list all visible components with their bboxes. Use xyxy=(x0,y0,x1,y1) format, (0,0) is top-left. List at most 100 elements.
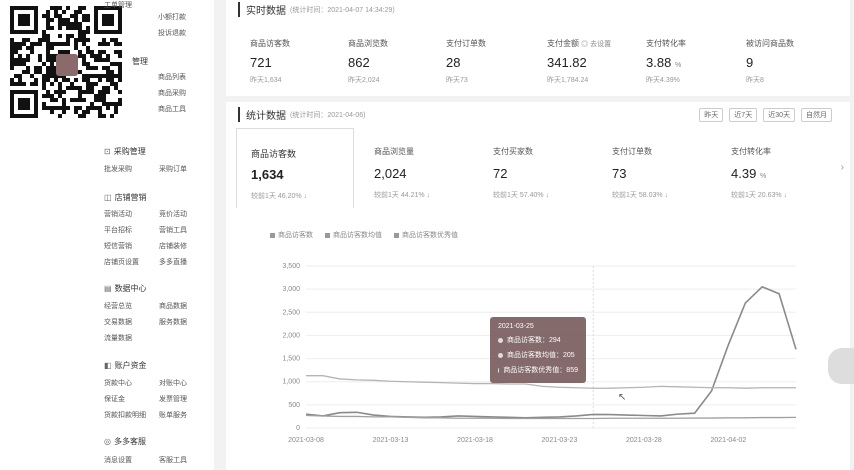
sidebar-item[interactable]: 交易数据 xyxy=(104,317,159,327)
settings-link[interactable]: ◎ 去设置 xyxy=(581,41,611,48)
sidebar-item[interactable]: 平台招标 xyxy=(104,225,159,235)
legend-item[interactable]: 商品访客数 xyxy=(270,230,313,240)
stat-card-buyers[interactable]: 支付买家数 72 较前1天 57.40% ↓ xyxy=(479,128,597,208)
sidebar-item[interactable]: 竞价活动 xyxy=(159,209,214,219)
metric-value: 3.88 % xyxy=(646,55,746,70)
x-tick-label: 2021-04-02 xyxy=(711,437,747,444)
stat-compare: 较前1天 58.03% ↓ xyxy=(612,192,669,199)
realtime-panel: 实时数据 (统计时间：2021-04-07 14:34:29) 商品访客数 72… xyxy=(226,0,850,96)
tooltip-marker xyxy=(498,367,500,373)
sidebar-item[interactable]: 商品工具 xyxy=(158,104,186,114)
sidebar-item[interactable]: 账单服务 xyxy=(159,410,214,420)
sidebar-top-item[interactable]: 投诉退款 xyxy=(158,28,186,38)
range-7d-button[interactable]: 近7天 xyxy=(729,108,758,122)
sidebar-item[interactable]: 对账中心 xyxy=(159,378,214,388)
sidebar-item[interactable]: 经营总览 xyxy=(104,301,159,311)
y-tick-label: 1,000 xyxy=(282,379,300,386)
metric-label: 支付转化率 xyxy=(646,39,686,48)
sidebar-item[interactable]: 商品列表 xyxy=(158,72,186,82)
tooltip-row: 商品访客数优秀值：859 xyxy=(498,365,578,375)
stat-card-visitors[interactable]: 商品访客数 1,634 较前1天 46.20% ↓ xyxy=(236,128,354,208)
range-yesterday-button[interactable]: 昨天 xyxy=(699,108,724,122)
sidebar-item[interactable]: 多多直播 xyxy=(159,257,214,267)
stat-compare: 较前1天 46.20% ↓ xyxy=(251,193,308,200)
metric-orders: 支付订单数 28 昨天73 xyxy=(446,38,546,85)
sidebar-item[interactable]: 营销活动 xyxy=(104,209,159,219)
x-tick-label: 2021-03-18 xyxy=(457,437,493,444)
legend-label: 商品访客数 xyxy=(278,232,313,239)
date-range-selector: 昨天 近7天 近30天 自然月 xyxy=(699,108,832,122)
sidebar-group-items: 营销活动 竞价活动 平台招标 营销工具 短信营销 店铺装修 店铺页设置 多多直播 xyxy=(104,209,214,267)
sidebar-item[interactable]: 保证金 xyxy=(104,394,159,404)
tooltip-row: 商品访客数均值：205 xyxy=(498,350,578,360)
legend-label: 商品访客数优秀值 xyxy=(402,232,458,239)
sidebar-item[interactable]: 店铺页设置 xyxy=(104,257,159,267)
section-title: 实时数据 xyxy=(238,2,286,17)
metric-label: 被访问商品数 xyxy=(746,39,794,48)
x-tick-label: 2021-03-23 xyxy=(542,437,578,444)
sidebar-item[interactable]: 商品采购 xyxy=(158,88,186,98)
range-month-button[interactable]: 自然月 xyxy=(801,108,832,122)
sidebar-item[interactable]: 短信营销 xyxy=(104,241,159,251)
metric-conversion: 支付转化率 3.88 % 昨天4.39% xyxy=(646,38,746,85)
sidebar-item[interactable]: 店铺装修 xyxy=(159,241,214,251)
metric-value-number: 3.88 xyxy=(646,55,672,70)
metric-label: 商品浏览数 xyxy=(348,39,388,48)
chart-tooltip: 2021-03-25 商品访客数：294 商品访客数均值：205 商品访客数优秀… xyxy=(490,317,586,383)
sidebar-item[interactable]: 客服工具 xyxy=(159,455,214,465)
stat-card-orders[interactable]: 支付订单数 73 较前1天 58.03% ↓ xyxy=(598,128,716,208)
megaphone-icon: ◫ xyxy=(104,193,112,202)
tooltip-row: 商品访客数：294 xyxy=(498,335,578,345)
stats-updated: (统计时间：2021-04-06) xyxy=(290,112,366,119)
metric-label: 支付金额 ◎ 去设置 xyxy=(547,38,657,49)
sidebar-group-finance[interactable]: ◧ 账户资金 xyxy=(104,360,147,371)
floating-side-tab[interactable] xyxy=(828,348,854,384)
metric-amount: 支付金额 ◎ 去设置 341.82 昨天1,784.24 xyxy=(547,38,657,85)
legend-swatch xyxy=(325,232,330,238)
y-tick-label: 3,500 xyxy=(282,263,300,270)
metric-visitors: 商品访客数 721 昨天1,634 xyxy=(250,38,350,85)
stat-card-conversion[interactable]: 支付转化率 4.39 % 较前1天 20.63% ↓ xyxy=(717,128,835,208)
seller-dashboard: 工单管理 小额打款 投诉退款 管理 商品列表 商品采购 商品工具 ⊡ 采购管理 … xyxy=(0,0,854,470)
y-tick-label: 2,000 xyxy=(282,332,300,339)
sidebar-group-title: 多多客服 xyxy=(113,437,146,446)
sidebar-item[interactable]: 采购订单 xyxy=(159,164,214,174)
stat-value-number: 4.39 xyxy=(731,166,757,181)
tooltip-text: 商品访客数优秀值：859 xyxy=(503,367,578,374)
sidebar-group-data[interactable]: ▤ 数据中心 xyxy=(104,283,147,294)
stat-compare: 较前1天 20.63% ↓ xyxy=(731,192,788,199)
metric-visited-products: 被访问商品数 9 昨天8 xyxy=(746,38,846,85)
sidebar-top-item[interactable]: 工单管理 xyxy=(104,0,132,10)
sidebar-item[interactable]: 发票管理 xyxy=(159,394,214,404)
chevron-right-icon[interactable]: › xyxy=(841,162,844,173)
sidebar-item[interactable]: 货款扣款明细 xyxy=(104,410,159,420)
sidebar-item[interactable]: 营销工具 xyxy=(159,225,214,235)
y-tick-label: 0 xyxy=(296,425,300,432)
metric-value: 341.82 xyxy=(547,55,587,70)
legend-item[interactable]: 商品访客数优秀值 xyxy=(394,230,458,240)
legend-item[interactable]: 商品访客数均值 xyxy=(325,230,382,240)
sidebar-group-title[interactable]: 管理 xyxy=(132,56,148,67)
legend-swatch xyxy=(270,232,275,238)
sidebar-group-purchase[interactable]: ⊡ 采购管理 xyxy=(104,146,146,157)
metric-label-text: 支付金额 xyxy=(547,39,579,48)
stat-card-views[interactable]: 商品浏览量 2,024 较前1天 44.21% ↓ xyxy=(360,128,478,208)
sidebar-item[interactable]: 消息设置 xyxy=(104,455,159,465)
main-content: 实时数据 (统计时间：2021-04-07 14:34:29) 商品访客数 72… xyxy=(222,0,854,470)
sidebar-group-service[interactable]: ◎ 多多客服 xyxy=(104,436,146,447)
sidebar-item[interactable]: 流量数据 xyxy=(104,333,159,343)
range-30d-button[interactable]: 近30天 xyxy=(763,108,795,122)
sidebar-top-item[interactable]: 小额打款 xyxy=(158,12,186,22)
chart-icon: ▤ xyxy=(104,284,112,293)
metric-label: 商品访客数 xyxy=(250,39,290,48)
metric-prev: 昨天1,784.24 xyxy=(547,77,589,84)
sidebar-item[interactable]: 货款中心 xyxy=(104,378,159,388)
sidebar-group-marketing[interactable]: ◫ 店铺营销 xyxy=(104,192,147,203)
statistics-panel: 统计数据 (统计时间：2021-04-06) 昨天 近7天 近30天 自然月 商… xyxy=(226,102,854,470)
sidebar-item[interactable]: 商品数据 xyxy=(159,301,214,311)
legend-label: 商品访客数均值 xyxy=(333,232,382,239)
sidebar-item[interactable]: 服务数据 xyxy=(159,317,214,327)
y-tick-label: 3,000 xyxy=(282,286,300,293)
sidebar-item[interactable]: 批发采购 xyxy=(104,164,159,174)
mouse-cursor-icon: ↖ xyxy=(618,392,627,403)
